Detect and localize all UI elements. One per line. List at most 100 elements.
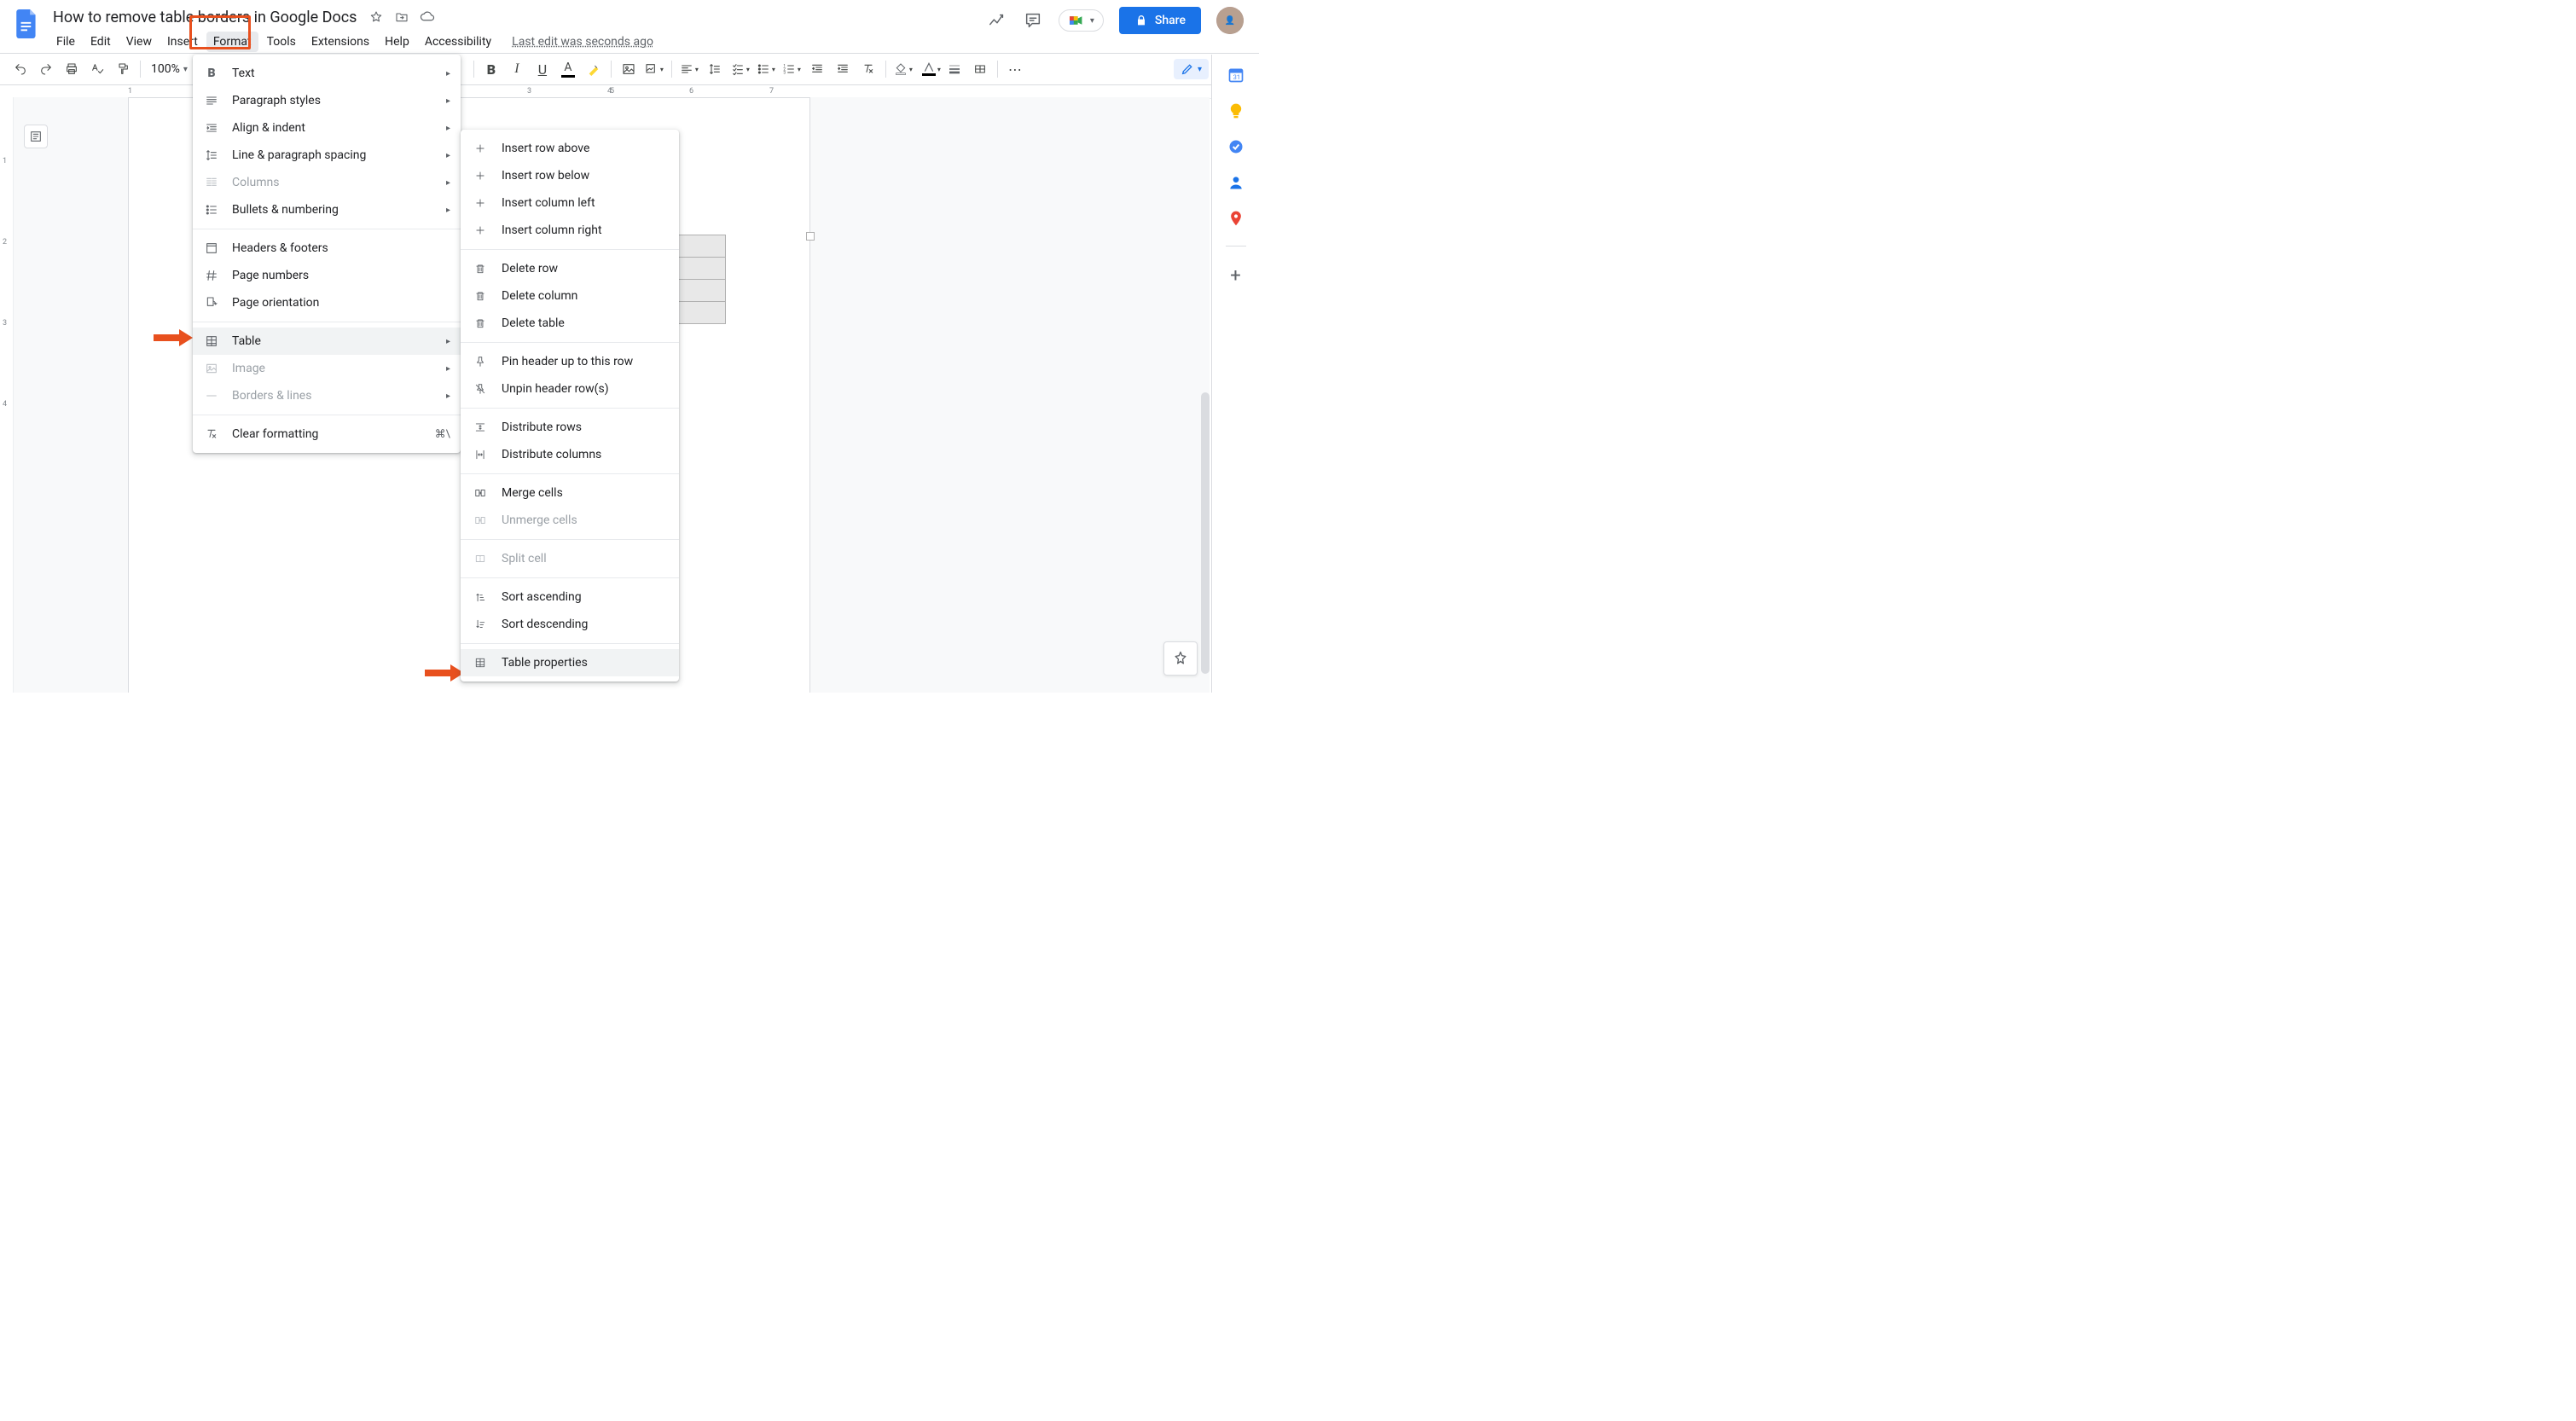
maps-app-icon[interactable]: [1227, 210, 1244, 227]
delete-table-item[interactable]: Delete table: [461, 310, 679, 337]
format-text-item[interactable]: B Text ▸: [193, 60, 461, 87]
menu-accessibility[interactable]: Accessibility: [418, 32, 498, 52]
menu-label: Unmerge cells: [502, 513, 577, 527]
menu-edit[interactable]: Edit: [84, 32, 118, 52]
border-color-button[interactable]: ▾: [917, 57, 941, 81]
menu-view[interactable]: View: [119, 32, 159, 52]
format-table-item[interactable]: Table ▸: [193, 328, 461, 355]
menu-help[interactable]: Help: [378, 32, 416, 52]
decrease-indent-button[interactable]: [805, 57, 829, 81]
menu-format[interactable]: Format: [206, 32, 258, 52]
table-column-handle[interactable]: [806, 232, 815, 241]
increase-indent-button[interactable]: [831, 57, 855, 81]
comments-icon[interactable]: [1023, 10, 1043, 31]
submenu-arrow-icon: ▸: [446, 69, 450, 78]
line-spacing-icon: [203, 147, 220, 164]
format-page-orientation-item[interactable]: Page orientation: [193, 289, 461, 316]
menu-insert[interactable]: Insert: [160, 32, 205, 52]
app-header: How to remove table borders in Google Do…: [0, 0, 1259, 51]
line-spacing-button[interactable]: [703, 57, 727, 81]
print-button[interactable]: [60, 57, 84, 81]
contacts-app-icon[interactable]: [1227, 174, 1244, 191]
star-icon[interactable]: [368, 9, 384, 25]
delete-column-item[interactable]: Delete column: [461, 282, 679, 310]
format-align-indent-item[interactable]: Align & indent ▸: [193, 114, 461, 142]
trash-icon: [473, 261, 488, 276]
document-outline-button[interactable]: [24, 125, 48, 148]
text-color-button[interactable]: A: [556, 57, 580, 81]
format-headers-footers-item[interactable]: Headers & footers: [193, 235, 461, 262]
border-dash-button[interactable]: [968, 57, 992, 81]
bulleted-list-button[interactable]: ▾: [754, 57, 778, 81]
explore-button[interactable]: [1163, 641, 1198, 676]
unpin-header-item[interactable]: Unpin header row(s): [461, 375, 679, 403]
insert-image-dropdown[interactable]: ▾: [642, 57, 666, 81]
paint-format-button[interactable]: [111, 57, 135, 81]
unpin-icon: [473, 381, 488, 397]
spellcheck-button[interactable]: [85, 57, 109, 81]
ruler-tick: 3: [527, 87, 531, 96]
document-title[interactable]: How to remove table borders in Google Do…: [49, 7, 360, 28]
highlight-button[interactable]: [582, 57, 606, 81]
title-area: How to remove table borders in Google Do…: [49, 7, 653, 53]
pin-header-item[interactable]: Pin header up to this row: [461, 348, 679, 375]
fill-color-button[interactable]: ▾: [891, 57, 915, 81]
split-cell-item: Split cell: [461, 545, 679, 572]
underline-button[interactable]: U: [531, 57, 554, 81]
cloud-saved-icon[interactable]: [420, 9, 435, 25]
format-clear-formatting-item[interactable]: Clear formatting ⌘\: [193, 420, 461, 448]
sort-ascending-item[interactable]: Sort ascending: [461, 583, 679, 611]
activity-icon[interactable]: [987, 10, 1007, 31]
insert-image-button[interactable]: [617, 57, 641, 81]
italic-button[interactable]: I: [505, 57, 529, 81]
more-button[interactable]: ⋯: [1003, 57, 1027, 81]
numbered-list-button[interactable]: 123▾: [780, 57, 804, 81]
bold-button[interactable]: B: [479, 57, 503, 81]
merge-cells-item[interactable]: Merge cells: [461, 479, 679, 507]
add-addon-button[interactable]: +: [1230, 265, 1240, 287]
pin-icon: [473, 354, 488, 369]
zoom-select[interactable]: 100%: [146, 62, 193, 76]
meet-button[interactable]: ▾: [1059, 9, 1104, 32]
calendar-app-icon[interactable]: 31: [1227, 67, 1244, 84]
tasks-app-icon[interactable]: [1227, 138, 1244, 155]
last-edit-link[interactable]: Last edit was seconds ago: [512, 35, 653, 49]
border-width-button[interactable]: [943, 57, 966, 81]
format-page-numbers-item[interactable]: Page numbers: [193, 262, 461, 289]
account-avatar[interactable]: 👤: [1216, 7, 1244, 34]
keep-app-icon[interactable]: [1227, 102, 1244, 119]
meet-icon: [1068, 14, 1085, 27]
distribute-rows-item[interactable]: Distribute rows: [461, 414, 679, 441]
distribute-columns-item[interactable]: Distribute columns: [461, 441, 679, 468]
format-paragraph-styles-item[interactable]: Paragraph styles ▸: [193, 87, 461, 114]
insert-column-right-item[interactable]: Insert column right: [461, 217, 679, 244]
insert-column-left-item[interactable]: Insert column left: [461, 189, 679, 217]
vertical-ruler[interactable]: 1 2 3 4: [0, 97, 14, 693]
menubar: File Edit View Insert Format Tools Exten…: [49, 31, 653, 53]
format-bullets-numbering-item[interactable]: Bullets & numbering ▸: [193, 196, 461, 223]
editing-mode-button[interactable]: ▾: [1174, 59, 1209, 79]
delete-row-item[interactable]: Delete row: [461, 255, 679, 282]
move-folder-icon[interactable]: [394, 9, 409, 25]
insert-row-above-item[interactable]: Insert row above: [461, 135, 679, 162]
menu-file[interactable]: File: [49, 32, 82, 52]
docs-logo[interactable]: [10, 7, 44, 41]
menu-label: Table: [232, 334, 261, 348]
vertical-scrollbar[interactable]: [1201, 392, 1210, 674]
checklist-button[interactable]: ▾: [728, 57, 752, 81]
share-button[interactable]: Share: [1119, 7, 1201, 34]
ruler-tick: 7: [769, 87, 774, 96]
submenu-arrow-icon: ▸: [446, 124, 450, 133]
menu-label: Pin header up to this row: [502, 355, 633, 368]
insert-row-below-item[interactable]: Insert row below: [461, 162, 679, 189]
redo-button[interactable]: [34, 57, 58, 81]
menu-extensions[interactable]: Extensions: [305, 32, 376, 52]
clear-formatting-button[interactable]: [856, 57, 880, 81]
undo-button[interactable]: [9, 57, 32, 81]
align-button[interactable]: ▾: [677, 57, 701, 81]
sort-descending-item[interactable]: Sort descending: [461, 611, 679, 638]
table-properties-item[interactable]: Table properties: [461, 649, 679, 676]
menu-tools[interactable]: Tools: [260, 32, 303, 52]
ruler-tick: 2: [3, 238, 7, 246]
format-line-spacing-item[interactable]: Line & paragraph spacing ▸: [193, 142, 461, 169]
